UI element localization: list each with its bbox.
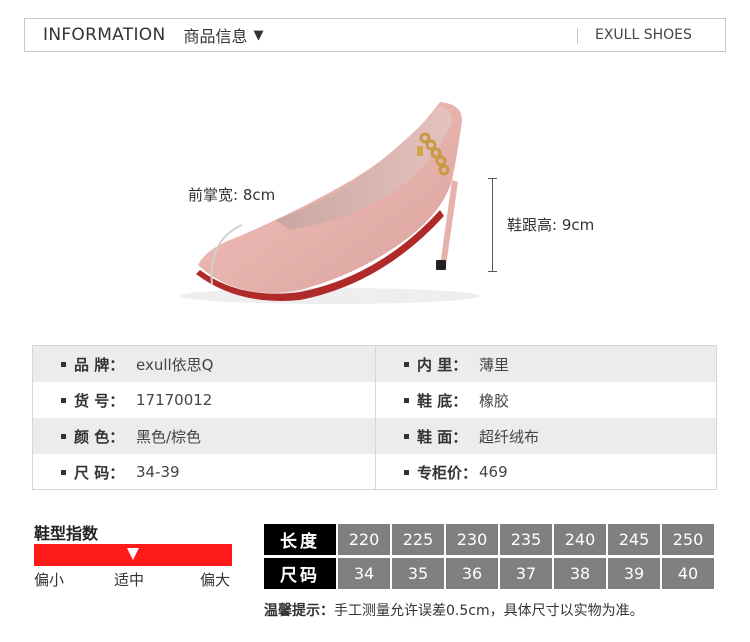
length-cell: 250	[662, 524, 714, 555]
spec-label: 鞋 面：	[417, 427, 468, 446]
fit-index-title: 鞋型指数	[34, 524, 99, 543]
spec-value: 超纤绒布	[479, 427, 540, 446]
fit-marker-icon	[127, 548, 139, 560]
size-cell: 37	[500, 558, 552, 589]
bullet-icon	[61, 397, 66, 403]
shoe-image	[180, 102, 480, 304]
chevron-down-icon[interactable]: ▼	[254, 28, 264, 43]
length-cell: 240	[554, 524, 606, 555]
header-title-zh: 商品信息	[183, 27, 248, 46]
spec-table: 品 牌： exull依思Q 内 里： 薄里 货 号： 17170012 鞋 底：…	[32, 345, 717, 490]
bullet-icon	[61, 361, 66, 367]
spec-row: 货 号： 17170012 鞋 底： 橡胶	[33, 382, 716, 418]
bullet-icon	[404, 433, 409, 439]
bullet-icon	[61, 469, 66, 475]
info-header: INFORMATION 商品信息 ▼ EXULL SHOES	[24, 18, 726, 52]
fit-small-label: 偏小	[34, 571, 65, 589]
length-cell: 230	[446, 524, 498, 555]
spec-label: 内 里：	[417, 355, 468, 374]
spec-cell-sole: 鞋 底： 橡胶	[375, 382, 716, 418]
bullet-icon	[404, 469, 409, 475]
spec-value: 黑色/棕色	[136, 427, 202, 446]
spec-label: 颜 色：	[74, 427, 125, 446]
fit-normal-label: 适中	[114, 571, 145, 589]
size-cell: 34	[338, 558, 390, 589]
spec-label: 尺 码：	[74, 463, 125, 482]
spec-value: 34-39	[136, 463, 180, 481]
measurement-note: 温馨提示：手工测量允许误差0.5cm，具体尺寸以实物为准。	[264, 600, 644, 620]
fit-large-label: 偏大	[200, 571, 231, 589]
length-cell: 220	[338, 524, 390, 555]
spec-cell-lining: 内 里： 薄里	[375, 346, 716, 382]
spec-row: 尺 码： 34-39 专柜价： 469	[33, 454, 716, 490]
size-cell: 38	[554, 558, 606, 589]
header-divider	[577, 28, 578, 44]
spec-label: 鞋 底：	[417, 391, 468, 410]
spec-cell-color: 颜 色： 黑色/棕色	[33, 418, 375, 454]
spec-value: 469	[479, 463, 508, 481]
spec-row: 品 牌： exull依思Q 内 里： 薄里	[33, 346, 716, 382]
heel-height-label: 鞋跟高: 9cm	[507, 216, 595, 234]
product-image-area: 前掌宽: 8cm 鞋跟高: 9cm	[0, 60, 750, 340]
spec-value: 17170012	[136, 391, 213, 409]
spec-cell-item-no: 货 号： 17170012	[33, 382, 375, 418]
heel-height-tick-top	[488, 178, 497, 179]
spec-cell-size: 尺 码： 34-39	[33, 454, 375, 490]
spec-cell-price: 专柜价： 469	[375, 454, 716, 490]
spec-label: 专柜价：	[417, 463, 478, 482]
spec-value: 薄里	[479, 355, 510, 374]
size-cell: 36	[446, 558, 498, 589]
size-header: 尺码	[264, 558, 336, 589]
length-cell: 235	[500, 524, 552, 555]
size-cell: 35	[392, 558, 444, 589]
size-cell: 40	[662, 558, 714, 589]
note-prefix: 温馨提示：	[264, 603, 334, 619]
forefoot-width-label: 前掌宽: 8cm	[188, 186, 276, 204]
spec-cell-upper: 鞋 面： 超纤绒布	[375, 418, 716, 454]
size-row-length: 长度 220 225 230 235 240 245 250	[264, 524, 714, 555]
heel-height-bar	[492, 178, 493, 271]
bullet-icon	[404, 397, 409, 403]
header-title-en: INFORMATION	[43, 25, 166, 45]
header-brand: EXULL SHOES	[595, 27, 692, 43]
heel-height-tick-bottom	[488, 271, 497, 272]
size-row-size: 尺码 34 35 36 37 38 39 40	[264, 558, 714, 589]
spec-value: 橡胶	[479, 391, 510, 410]
length-cell: 245	[608, 524, 660, 555]
spec-value: exull依思Q	[136, 355, 214, 374]
size-cell: 39	[608, 558, 660, 589]
spec-label: 品 牌：	[74, 355, 125, 374]
note-text: 手工测量允许误差0.5cm，具体尺寸以实物为准。	[334, 603, 644, 619]
bullet-icon	[61, 433, 66, 439]
spec-cell-brand: 品 牌： exull依思Q	[33, 346, 375, 382]
bullet-icon	[404, 361, 409, 367]
spec-row: 颜 色： 黑色/棕色 鞋 面： 超纤绒布	[33, 418, 716, 454]
length-header: 长度	[264, 524, 336, 555]
spec-label: 货 号：	[74, 391, 125, 410]
length-cell: 225	[392, 524, 444, 555]
